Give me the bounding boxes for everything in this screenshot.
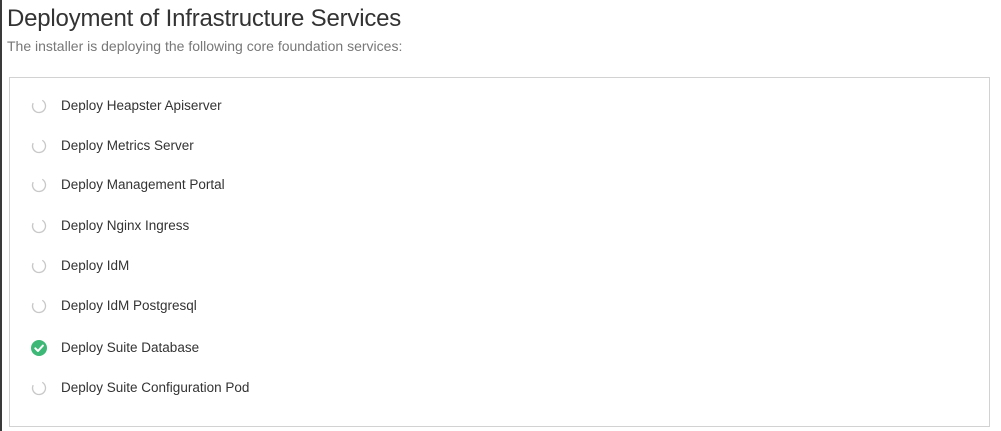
task-label: Deploy Nginx Ingress xyxy=(61,218,190,233)
task-label: Deploy Suite Database xyxy=(61,340,200,355)
checkmark-circle-icon xyxy=(31,340,47,356)
window-left-border xyxy=(0,0,2,431)
loading-spinner-icon xyxy=(31,138,47,154)
loading-spinner-icon xyxy=(31,298,47,314)
task-label: Deploy Suite Configuration Pod xyxy=(61,380,250,395)
deployment-task-panel: Deploy Heapster Apiserver Deploy Metrics… xyxy=(9,77,990,427)
page-subtitle: The installer is deploying the following… xyxy=(7,38,403,54)
task-label: Deploy Management Portal xyxy=(61,177,225,192)
task-label: Deploy Heapster Apiserver xyxy=(61,98,222,113)
task-label: Deploy Metrics Server xyxy=(61,138,194,153)
loading-spinner-icon xyxy=(31,218,47,234)
task-label: Deploy IdM Postgresql xyxy=(61,298,197,313)
loading-spinner-icon xyxy=(31,258,47,274)
loading-spinner-icon xyxy=(31,380,47,396)
loading-spinner-icon xyxy=(31,98,47,114)
page-title: Deployment of Infrastructure Services xyxy=(7,5,402,32)
task-label: Deploy IdM xyxy=(61,258,130,273)
loading-spinner-icon xyxy=(31,177,47,193)
page-header: Deployment of Infrastructure Services Th… xyxy=(7,5,1001,55)
